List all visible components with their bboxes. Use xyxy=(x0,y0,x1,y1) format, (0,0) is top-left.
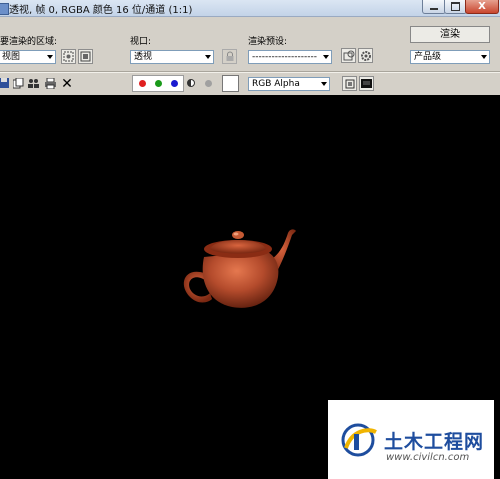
green-channel-toggle[interactable] xyxy=(155,80,162,87)
toolbar-divider-highlight xyxy=(0,72,500,73)
quality-dropdown[interactable]: 产品级 xyxy=(410,50,490,64)
alpha-toggle[interactable] xyxy=(187,79,195,87)
teapot-render xyxy=(183,229,296,308)
clone-icon[interactable] xyxy=(28,78,40,90)
monitor-icon xyxy=(361,79,372,88)
display-toggle-button[interactable] xyxy=(359,76,374,91)
region-icon xyxy=(63,51,74,62)
clear-icon[interactable]: ✕ xyxy=(61,77,73,91)
save-icon[interactable] xyxy=(0,78,10,90)
channel-display-value: RGB Alpha xyxy=(252,79,300,89)
maximize-icon xyxy=(451,2,460,11)
minimize-icon xyxy=(430,8,438,10)
frame-icon xyxy=(345,79,354,88)
red-channel-toggle[interactable] xyxy=(139,80,146,87)
viewport-dropdown-value: 透视 xyxy=(134,52,153,62)
edit-region-button[interactable] xyxy=(61,49,76,64)
blue-channel-toggle[interactable] xyxy=(171,80,178,87)
chevron-down-icon xyxy=(323,55,329,59)
auto-region-button[interactable] xyxy=(78,49,93,64)
lock-viewport-button[interactable] xyxy=(222,49,237,64)
environment-button[interactable] xyxy=(341,48,356,63)
minimize-button[interactable] xyxy=(422,0,446,14)
civilcn-logo-icon xyxy=(341,423,377,457)
channel-display-dropdown[interactable]: RGB Alpha xyxy=(248,77,330,91)
chevron-down-icon xyxy=(47,55,53,59)
window-title: 透视, 帧 0, RGBA 颜色 16 位/通道 (1:1) xyxy=(9,5,193,16)
preset-dropdown[interactable]: -------------------- xyxy=(248,50,332,64)
close-button[interactable]: X xyxy=(465,0,499,14)
lock-icon xyxy=(226,51,233,61)
view-mode-button[interactable] xyxy=(342,76,357,91)
environment-icon xyxy=(343,50,354,60)
render-setup-button[interactable] xyxy=(358,48,373,63)
viewport-dropdown[interactable]: 透视 xyxy=(130,50,214,64)
color-swatch[interactable] xyxy=(222,75,239,92)
mono-toggle[interactable] xyxy=(205,80,212,87)
gear-icon xyxy=(360,50,371,61)
area-label: 要渲染的区域: xyxy=(0,37,58,47)
area-dropdown-value: 视图 xyxy=(2,52,21,62)
chevron-down-icon xyxy=(321,82,327,86)
title-bar: 透视, 帧 0, RGBA 颜色 16 位/通道 (1:1) X xyxy=(0,0,500,17)
chevron-down-icon xyxy=(481,55,487,59)
render-button[interactable]: 渲染 xyxy=(410,26,490,43)
quality-dropdown-value: 产品级 xyxy=(414,52,442,62)
copy-icon[interactable] xyxy=(12,77,24,90)
preset-dropdown-value: -------------------- xyxy=(252,52,317,62)
watermark-title: 土木工程网 xyxy=(384,431,485,453)
preset-label: 渲染预设: xyxy=(248,37,288,47)
print-icon[interactable] xyxy=(44,77,56,90)
app-icon xyxy=(0,3,9,15)
maximize-button[interactable] xyxy=(444,0,467,14)
watermark-url: www.civilcn.com xyxy=(386,452,470,463)
region-select-icon xyxy=(80,51,91,62)
chevron-down-icon xyxy=(205,55,211,59)
channel-toggles xyxy=(132,75,184,92)
close-icon: X xyxy=(478,1,486,12)
area-dropdown[interactable]: 视图 xyxy=(0,50,56,64)
viewport-label: 视口: xyxy=(130,37,152,47)
